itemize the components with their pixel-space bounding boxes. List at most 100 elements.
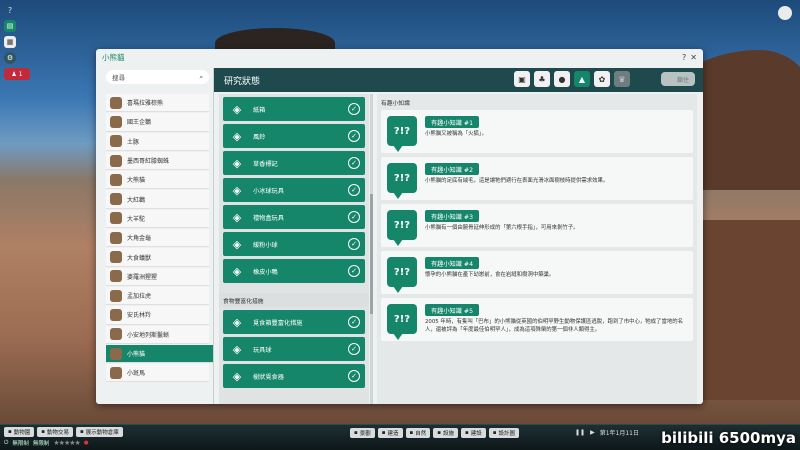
fun-facts-panel: 有趣小知識 ?!? 有趣小知識 #1 小熊貓又被稱為「火狐」。?!? 有趣小知識 #2… bbox=[377, 94, 697, 404]
animal-list-item[interactable]: 大熊貓 bbox=[106, 171, 209, 190]
tab-trophy[interactable]: ♛ bbox=[614, 71, 630, 87]
fact-body: 小熊貓的足底有絨毛，這是讓牠們適行在表面光滑冰面樹枝時提供需求效果。 bbox=[425, 178, 609, 184]
alert-icon[interactable]: ● bbox=[84, 440, 89, 446]
lock-button[interactable]: 鎖住 bbox=[661, 72, 695, 86]
bottom-button[interactable]: ▪ 展示動物倉庫 bbox=[76, 427, 123, 437]
panda-icon bbox=[110, 173, 122, 186]
close-button[interactable]: ✕ bbox=[690, 53, 697, 62]
animal-list: 喜瑪拉雅棕熊國王企鵝土豚墨西哥紅膝蜘蛛 大熊貓大紅鸛大羊駝 大角金龜大食蟻獸婆羅洲猩… bbox=[102, 94, 213, 383]
check-icon: ✓ bbox=[348, 211, 360, 223]
animal-window: 小熊貓 ? ✕ 搜尋 ⌕ 喜瑪拉雅棕熊國王企鵝土豚墨西哥紅膝蜘蛛 大熊貓大紅鸛大羊駝… bbox=[96, 49, 703, 404]
tree-feeder-icon: ◈ bbox=[232, 369, 242, 383]
build-button-label: 建造 bbox=[387, 431, 399, 437]
menu-icon: ▪ bbox=[8, 429, 12, 435]
date-label: 第1年1月11日 bbox=[599, 430, 639, 437]
money-label: 無限制 bbox=[12, 441, 29, 447]
animal-list-item[interactable]: 國王企鵝 bbox=[106, 113, 209, 132]
animal-list-item[interactable]: 孟加拉虎 bbox=[106, 286, 209, 306]
enrichment-item-list: ◈ 紙箱 ✓ ◈ 風鈴 ✓ ◈ 草香標記 ✓ ◈ 小冰球玩具 ✓ ◈ 禮物盒玩具 ✓ ◈ 緩粉小球 ✓ ◈ 橡皮小鴨 ✓ bbox=[219, 97, 369, 283]
item-label: 小冰球玩具 bbox=[253, 187, 284, 195]
brown-bear-icon bbox=[110, 96, 122, 109]
food-item-list: ◈ 覓食箱豐富化措施 ✓ ◈ 玩具球 ✓ ◈ 樹狀覓食器 ✓ bbox=[219, 310, 369, 388]
items-scrollbar[interactable] bbox=[370, 94, 373, 404]
research-item[interactable]: ◈ 紙箱 ✓ bbox=[223, 97, 365, 121]
animal-list-item[interactable]: 小安地列斯鬣蜥 bbox=[106, 325, 209, 344]
animal-list-item[interactable]: 小斑馬 bbox=[106, 364, 209, 383]
item-label: 紙箱 bbox=[253, 106, 266, 114]
play-icon[interactable]: ▶ bbox=[590, 429, 595, 436]
animal-list-item[interactable]: 婆羅洲猩猩 bbox=[106, 267, 209, 286]
animal-list-item[interactable]: 大角金龜 bbox=[106, 229, 209, 248]
power-icon[interactable]: ⏻ bbox=[4, 440, 8, 447]
animal-list-item[interactable]: 土豚 bbox=[106, 132, 209, 151]
build-menu-button[interactable]: ▪ 設施 bbox=[433, 428, 458, 438]
research-item[interactable]: ◈ 小冰球玩具 ✓ bbox=[223, 178, 365, 202]
research-item[interactable]: ◈ 緩粉小球 ✓ bbox=[223, 232, 365, 256]
top-right-menu-icon[interactable] bbox=[778, 6, 792, 20]
speech-bubble-icon: ?!? bbox=[387, 210, 417, 246]
help-button[interactable]: ? bbox=[682, 53, 686, 62]
speech-bubble-icon: ?!? bbox=[387, 116, 417, 152]
animal-list-item[interactable]: 喜瑪拉雅棕熊 bbox=[106, 94, 209, 113]
person-icon: ♟ bbox=[11, 70, 17, 78]
fact-title: 有趣小知識 #2 bbox=[425, 163, 480, 175]
alpaca-icon bbox=[110, 212, 122, 225]
scroll-thumb[interactable] bbox=[370, 194, 373, 314]
animal-list-item[interactable]: 大羊駝 bbox=[106, 209, 209, 229]
trophy-icon: ♛ bbox=[618, 74, 626, 84]
build-menu-button[interactable]: ▪ 建設 bbox=[461, 428, 486, 438]
tab-habitat[interactable]: ♣ bbox=[534, 71, 550, 87]
search-icon: ⌕ bbox=[199, 72, 203, 81]
research-item[interactable]: ◈ 玩具球 ✓ bbox=[223, 337, 365, 361]
research-item[interactable]: ◈ 橡皮小鴨 ✓ bbox=[223, 259, 365, 283]
build-menu-button[interactable]: ▪ 建造 bbox=[377, 428, 403, 438]
check-icon: ✓ bbox=[348, 130, 360, 142]
animal-name: 大食蟻獸 bbox=[127, 254, 152, 262]
animal-list-item[interactable]: 墨西哥紅膝蜘蛛 bbox=[106, 151, 209, 171]
tab-enclosure[interactable]: ▣ bbox=[514, 71, 530, 87]
build-menu-buttons: ▪ 景觀 ▪ 建造 ▪ 自然 ▪ 設施 ▪ 建設 ▪ 設計圖 bbox=[350, 428, 519, 438]
research-item[interactable]: ◈ 覓食箱豐富化措施 ✓ bbox=[223, 310, 365, 334]
bottom-button[interactable]: ▪ 動物交易 bbox=[37, 427, 73, 437]
enclosure-icon: ▣ bbox=[518, 74, 526, 84]
research-item[interactable]: ◈ 樹狀覓食器 ✓ bbox=[223, 364, 365, 388]
fact-title: 有趣小知識 #4 bbox=[425, 257, 480, 269]
build-icon: ▪ bbox=[409, 430, 414, 436]
animal-list-item[interactable]: 安氏林羚 bbox=[106, 306, 209, 325]
animal-list-item[interactable]: 大紅鸛 bbox=[106, 190, 209, 209]
tab-welfare[interactable]: ✿ bbox=[594, 71, 610, 87]
bottom-button-label: 展示動物倉庫 bbox=[85, 430, 119, 436]
build-menu-button[interactable]: ▪ 設計圖 bbox=[488, 428, 519, 438]
calendar-icon[interactable]: ▦ bbox=[4, 36, 16, 48]
help-icon[interactable]: ? bbox=[4, 4, 16, 16]
check-icon: ✓ bbox=[348, 184, 360, 196]
zoo-icon[interactable]: ▤ bbox=[4, 20, 16, 32]
animal-list-item[interactable]: 小熊貓 bbox=[106, 344, 213, 364]
animal-name: 大紅鸛 bbox=[127, 196, 146, 204]
pause-icon[interactable]: ❚❚ bbox=[575, 429, 585, 436]
orangutan-icon bbox=[110, 270, 122, 283]
alert-count: 1 bbox=[18, 70, 23, 78]
build-menu-button[interactable]: ▪ 景觀 bbox=[350, 428, 375, 438]
build-icon: ▪ bbox=[492, 430, 497, 436]
search-input[interactable]: 搜尋 ⌕ bbox=[106, 70, 209, 84]
check-icon: ✓ bbox=[348, 157, 360, 169]
time-controls: ❚❚ ▶ 第1年1月11日 bbox=[575, 428, 639, 437]
animal-name: 土豚 bbox=[127, 138, 140, 146]
tab-enrichment[interactable]: ▲ bbox=[574, 71, 590, 87]
settings-icon[interactable]: ⚙ bbox=[4, 52, 16, 64]
build-icon: ▪ bbox=[465, 430, 469, 436]
check-icon: ✓ bbox=[348, 370, 360, 382]
research-item[interactable]: ◈ 禮物盒玩具 ✓ bbox=[223, 205, 365, 229]
bottom-button[interactable]: ▪ 動物園 bbox=[4, 427, 35, 437]
animal-name: 喜瑪拉雅棕熊 bbox=[127, 100, 164, 108]
item-label: 風鈴 bbox=[253, 133, 266, 141]
tab-food[interactable]: ● bbox=[554, 71, 570, 87]
guest-alert-button[interactable]: ♟ 1 bbox=[4, 68, 30, 80]
divider bbox=[213, 68, 214, 404]
build-icon: ▪ bbox=[437, 430, 441, 436]
research-item[interactable]: ◈ 風鈴 ✓ bbox=[223, 124, 365, 148]
animal-list-item[interactable]: 大食蟻獸 bbox=[106, 248, 209, 267]
research-item[interactable]: ◈ 草香標記 ✓ bbox=[223, 151, 365, 175]
build-menu-button[interactable]: ▪ 自然 bbox=[405, 428, 431, 438]
